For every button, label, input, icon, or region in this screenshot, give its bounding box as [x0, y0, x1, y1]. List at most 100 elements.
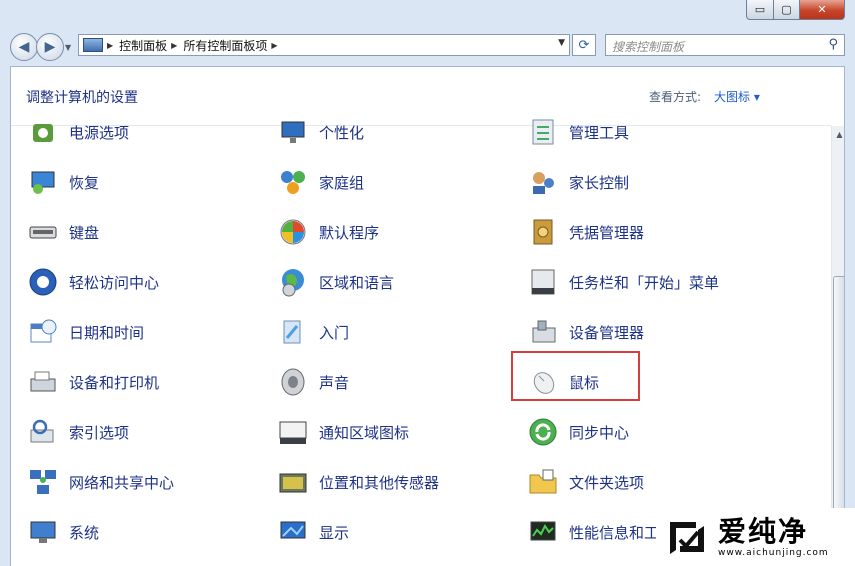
item-label: 位置和其他传感器 — [319, 473, 440, 492]
network-sharing-icon — [27, 466, 59, 498]
item-label: 文件夹选项 — [569, 473, 645, 492]
date-time-icon — [27, 316, 59, 348]
item-label: 轻松访问中心 — [69, 273, 160, 292]
refresh-button[interactable]: ⟳ — [572, 34, 596, 56]
vertical-scrollbar[interactable]: ▲ ▼ — [831, 126, 844, 566]
item-label: 管理工具 — [569, 123, 630, 142]
item-label: 区域和语言 — [319, 273, 395, 292]
device-manager-icon — [527, 316, 559, 348]
control-panel-item-region-language[interactable]: 区域和语言 — [277, 267, 394, 297]
view-by-label: 查看方式: — [649, 90, 702, 104]
location-sensors-icon — [277, 466, 309, 498]
scroll-up-icon[interactable]: ▲ — [832, 126, 844, 142]
control-panel-content: 调整计算机的设置 查看方式: 大图标 ▾ 电源选项 个性化 管理工具恢复 家庭组 家长控… — [10, 66, 845, 566]
item-label: 个性化 — [319, 123, 365, 142]
back-button[interactable]: ◀ — [10, 33, 38, 61]
control-panel-item-getting-started[interactable]: 入门 — [277, 317, 349, 347]
sound-icon — [277, 366, 309, 398]
breadcrumb-chevron-icon[interactable]: ▶ — [271, 41, 277, 50]
control-panel-item-personalization[interactable]: 个性化 — [277, 117, 364, 147]
item-label: 入门 — [319, 323, 350, 342]
watermark-name: 爱纯净 — [718, 515, 809, 548]
item-label: 键盘 — [69, 223, 100, 242]
control-panel-item-folder-options[interactable]: 文件夹选项 — [527, 467, 644, 497]
sync-center-icon — [527, 416, 559, 448]
indexing-icon — [27, 416, 59, 448]
control-panel-item-devices-printers[interactable]: 设备和打印机 — [27, 367, 159, 397]
control-panel-item-sync-center[interactable]: 同步中心 — [527, 417, 629, 447]
search-icon[interactable]: ⚲ — [828, 37, 838, 52]
admin-tools-icon — [527, 116, 559, 148]
item-label: 网络和共享中心 — [69, 473, 175, 492]
control-panel-item-ease-of-access[interactable]: 轻松访问中心 — [27, 267, 159, 297]
control-panel-item-network-sharing[interactable]: 网络和共享中心 — [27, 467, 174, 497]
control-panel-item-admin-tools[interactable]: 管理工具 — [527, 117, 629, 147]
getting-started-icon — [277, 316, 309, 348]
item-label: 声音 — [319, 373, 350, 392]
item-label: 日期和时间 — [69, 323, 145, 342]
window-controls: ▭ ▢ ✕ — [746, 0, 845, 20]
view-by-dropdown[interactable]: 大图标 ▾ — [714, 88, 760, 105]
page-title: 调整计算机的设置 — [26, 90, 138, 106]
item-label: 显示 — [319, 523, 350, 542]
watermark: 爱纯净 www.aichunjing.com — [656, 508, 855, 566]
breadcrumb-chevron-icon[interactable]: ▶ — [107, 41, 113, 50]
item-label: 凭据管理器 — [569, 223, 645, 242]
item-label: 通知区域图标 — [319, 423, 410, 442]
personalization-icon — [277, 116, 309, 148]
notification-area-icon — [277, 416, 309, 448]
credential-manager-icon — [527, 216, 559, 248]
control-panel-item-power[interactable]: 电源选项 — [27, 117, 129, 147]
control-panel-item-default-programs[interactable]: 默认程序 — [277, 217, 379, 247]
control-panel-item-homegroup[interactable]: 家庭组 — [277, 167, 364, 197]
address-dropdown-icon[interactable]: ▼ — [558, 38, 565, 48]
control-panel-item-device-manager[interactable]: 设备管理器 — [527, 317, 644, 347]
scroll-thumb[interactable] — [833, 276, 844, 526]
item-label: 电源选项 — [69, 123, 130, 142]
control-panel-item-performance[interactable]: 性能信息和工具 — [527, 517, 674, 547]
header-divider — [11, 125, 831, 126]
item-label: 系统 — [69, 523, 100, 542]
control-panel-item-display[interactable]: 显示 — [277, 517, 349, 547]
close-button[interactable]: ✕ — [800, 0, 845, 20]
address-bar[interactable]: ▶ 控制面板 ▶ 所有控制面板项 ▶ ▼ — [78, 34, 570, 56]
minimize-button[interactable]: ▭ — [746, 0, 774, 20]
region-language-icon — [277, 266, 309, 298]
power-icon — [27, 116, 59, 148]
item-label: 家庭组 — [319, 173, 365, 192]
control-panel-item-credential-manager[interactable]: 凭据管理器 — [527, 217, 644, 247]
search-input[interactable]: 搜索控制面板 ⚲ — [605, 34, 845, 56]
maximize-button[interactable]: ▢ — [774, 0, 800, 20]
item-label: 恢复 — [69, 173, 100, 192]
breadcrumb-control-panel[interactable]: 控制面板 — [119, 37, 167, 54]
control-panel-item-parental-controls[interactable]: 家长控制 — [527, 167, 629, 197]
control-panel-item-notification-area[interactable]: 通知区域图标 — [277, 417, 409, 447]
folder-options-icon — [527, 466, 559, 498]
search-placeholder: 搜索控制面板 — [612, 40, 685, 54]
forward-button[interactable]: ▶ — [36, 33, 64, 61]
control-panel-icon — [83, 38, 103, 52]
item-label: 任务栏和「开始」菜单 — [569, 273, 720, 292]
keyboard-icon — [27, 216, 59, 248]
control-panel-item-keyboard[interactable]: 键盘 — [27, 217, 99, 247]
recent-pages-dropdown-icon[interactable]: ▼ — [65, 43, 71, 52]
taskbar-start-icon — [527, 266, 559, 298]
control-panel-item-system[interactable]: 系统 — [27, 517, 99, 547]
control-panel-item-sound[interactable]: 声音 — [277, 367, 349, 397]
item-label: 设备管理器 — [569, 323, 645, 342]
breadcrumb-all-items[interactable]: 所有控制面板项 — [183, 37, 267, 54]
control-panel-item-date-time[interactable]: 日期和时间 — [27, 317, 144, 347]
item-label: 家长控制 — [569, 173, 630, 192]
control-panel-item-taskbar-start[interactable]: 任务栏和「开始」菜单 — [527, 267, 719, 297]
item-label: 设备和打印机 — [69, 373, 160, 392]
devices-printers-icon — [27, 366, 59, 398]
control-panel-item-indexing[interactable]: 索引选项 — [27, 417, 129, 447]
navigation-bar: ◀ ▶ ▼ ▶ 控制面板 ▶ 所有控制面板项 ▶ ▼ ⟳ 搜索控制面板 ⚲ — [0, 28, 855, 64]
watermark-url: www.aichunjing.com — [718, 548, 829, 558]
control-panel-item-recovery[interactable]: 恢复 — [27, 167, 99, 197]
item-label: 索引选项 — [69, 423, 130, 442]
system-icon — [27, 516, 59, 548]
item-label: 同步中心 — [569, 423, 630, 442]
breadcrumb-chevron-icon[interactable]: ▶ — [171, 41, 177, 50]
control-panel-item-location-sensors[interactable]: 位置和其他传感器 — [277, 467, 439, 497]
